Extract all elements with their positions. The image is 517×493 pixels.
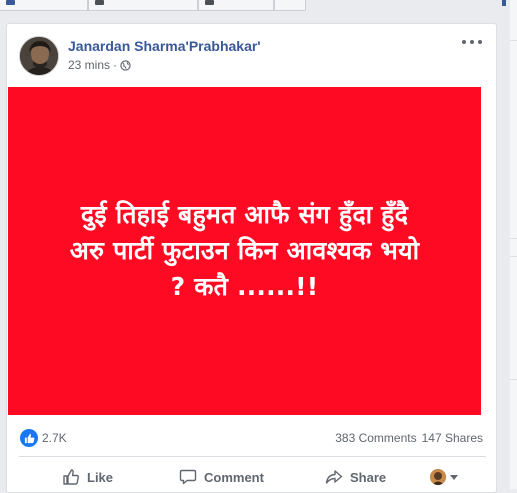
page-action-bar	[0, 0, 517, 12]
dot-icon	[470, 40, 474, 44]
share-arrow-icon	[205, 0, 214, 5]
comment-bubble-icon	[179, 469, 197, 485]
engagement-counts: 383 Comments 147 Shares	[335, 431, 483, 445]
react-as-selector[interactable]	[430, 465, 458, 489]
liked-button[interactable]	[0, 0, 88, 11]
page-more-button[interactable]	[274, 0, 306, 11]
post-header: Janardan Sharma'Prabhakar' 23 mins ·	[7, 24, 496, 86]
post-stats: 2.7K 383 Comments 147 Shares	[7, 424, 496, 450]
author-name[interactable]: Janardan Sharma'Prabhakar'	[68, 38, 261, 54]
divider	[510, 379, 517, 380]
share-arrow-icon	[325, 470, 343, 484]
share-label: Share	[350, 469, 387, 485]
share-count[interactable]: 147 Shares	[422, 431, 483, 445]
meta-separator: ·	[113, 58, 118, 72]
like-reaction-icon[interactable]	[20, 429, 38, 447]
author-avatar[interactable]	[19, 36, 59, 76]
divider	[510, 238, 517, 239]
rss-icon	[95, 0, 104, 5]
page-avatar	[430, 469, 446, 485]
thumbs-up-icon	[6, 0, 15, 5]
comment-count[interactable]: 383 Comments	[335, 431, 416, 445]
post-text-line: अरु पार्टी फुटाउन किन आवश्यक भयो	[69, 236, 420, 265]
post-text-line: ? कतै ......!!	[170, 272, 319, 301]
divider	[19, 456, 486, 457]
dot-icon	[462, 40, 466, 44]
dot-icon	[478, 40, 482, 44]
page-action-tabs	[0, 0, 306, 11]
blue-indicator	[502, 0, 506, 6]
divider	[510, 256, 517, 257]
post-image[interactable]: दुई तिहाई बहुमत आफै संग हुँदा हुँदै अरु …	[8, 87, 481, 415]
like-label: Like	[87, 469, 114, 485]
thumbs-up-icon	[63, 469, 79, 485]
post-meta: 23 mins ·	[68, 58, 131, 72]
reaction-count[interactable]: 2.7K	[42, 431, 67, 445]
post-image-text: दुई तिहाई बहुमत आफै संग हुँदा हुँदै अरु …	[70, 197, 420, 305]
page-share-button[interactable]	[198, 0, 274, 11]
divider	[510, 40, 517, 41]
post-card: Janardan Sharma'Prabhakar' 23 mins · दुई…	[6, 23, 497, 493]
chevron-down-icon	[450, 474, 458, 480]
post-timestamp[interactable]: 23 mins	[68, 58, 110, 72]
following-button[interactable]	[88, 0, 198, 11]
share-button[interactable]: Share	[325, 465, 386, 489]
post-options-button[interactable]	[462, 36, 482, 48]
post-text-line: दुई तिहाई बहुमत आफै संग हुँदा हुँदै	[80, 200, 409, 229]
right-column-edge	[510, 0, 517, 489]
comment-label: Comment	[204, 469, 264, 485]
thumbs-up-icon	[24, 433, 34, 443]
page-avatar-image	[430, 469, 446, 485]
comment-button[interactable]: Comment	[179, 465, 264, 489]
like-button[interactable]: Like	[62, 465, 113, 489]
author-photo	[20, 37, 58, 75]
globe-icon[interactable]	[120, 59, 131, 71]
